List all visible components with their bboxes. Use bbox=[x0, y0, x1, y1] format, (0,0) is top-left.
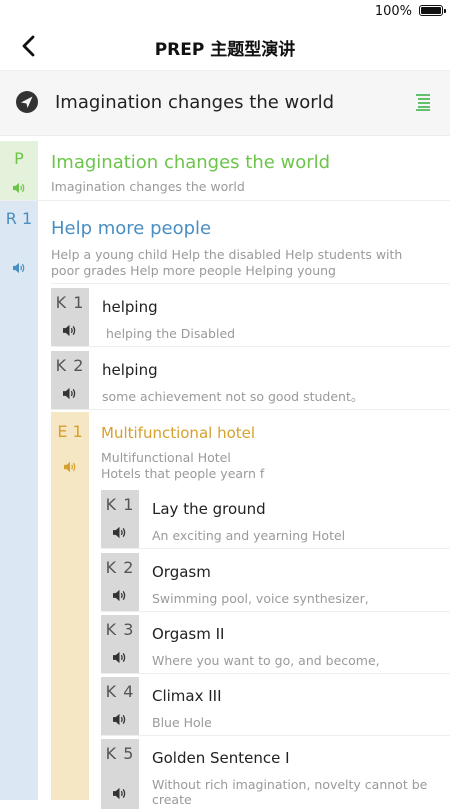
point-tag-label: P bbox=[14, 149, 24, 168]
speaker-icon[interactable] bbox=[12, 182, 26, 194]
speaker-icon[interactable] bbox=[12, 262, 26, 274]
key-tag-label: K 3 bbox=[105, 620, 135, 639]
key-tag-label: K 4 bbox=[105, 682, 135, 701]
speaker-icon[interactable] bbox=[112, 651, 127, 664]
reason-tag: R 1 bbox=[0, 201, 38, 800]
example-key-card-3[interactable]: K 3 Orgasm II Where you want to go, and … bbox=[101, 611, 450, 674]
key-subtitle: Without rich imagination, novelty cannot… bbox=[152, 777, 428, 807]
speaker-icon[interactable] bbox=[112, 589, 127, 602]
reason-title: Help more people bbox=[51, 218, 212, 239]
list-icon[interactable] bbox=[414, 93, 430, 111]
speaker-icon[interactable] bbox=[62, 324, 77, 337]
point-tag: P bbox=[0, 141, 38, 200]
key-subtitle: Swimming pool, voice synthesizer, bbox=[152, 591, 369, 606]
key-title: Golden Sentence I bbox=[152, 749, 290, 767]
key-title: Orgasm bbox=[152, 563, 211, 581]
key-tag: K 5 bbox=[101, 739, 139, 809]
example-key-card-1[interactable]: K 1 Lay the ground An exciting and yearn… bbox=[101, 486, 450, 549]
key-card-2[interactable]: K 2 helping some achievement not so good… bbox=[51, 347, 450, 410]
key-title: helping bbox=[102, 298, 158, 316]
key-card-1[interactable]: K 1 helping helping the Disabled bbox=[51, 284, 450, 347]
status-bar: 100% bbox=[0, 0, 450, 22]
key-tag-label: K 1 bbox=[105, 495, 135, 514]
reason-subtitle: Help a young child Help the disabled Hel… bbox=[51, 247, 403, 278]
key-tag: K 1 bbox=[51, 288, 89, 346]
reason-tag-label: R 1 bbox=[5, 209, 33, 228]
key-tag: K 1 bbox=[101, 490, 139, 548]
point-title: Imagination changes the world bbox=[51, 152, 331, 173]
key-subtitle: Blue Hole bbox=[152, 715, 212, 730]
example-section: E 1 Multifunctional hotel Multifunctiona… bbox=[51, 410, 450, 809]
speaker-icon[interactable] bbox=[112, 526, 127, 539]
key-title: Orgasm II bbox=[152, 625, 225, 643]
key-tag: K 2 bbox=[51, 351, 89, 409]
key-tag: K 2 bbox=[101, 553, 139, 611]
topic-header: Imagination changes the world bbox=[0, 71, 450, 136]
key-subtitle: helping the Disabled bbox=[102, 326, 236, 341]
key-title: Lay the ground bbox=[152, 500, 266, 518]
example-tag: E 1 bbox=[51, 412, 89, 800]
example-key-card-2[interactable]: K 2 Orgasm Swimming pool, voice synthesi… bbox=[101, 549, 450, 612]
topic-title: Imagination changes the world bbox=[55, 92, 335, 113]
key-tag: K 3 bbox=[101, 615, 139, 673]
example-tag-label: E 1 bbox=[57, 422, 83, 441]
key-tag-label: K 1 bbox=[55, 293, 85, 312]
speaker-icon[interactable] bbox=[112, 713, 127, 726]
example-subtitle-line-1: Multifunctional Hotel bbox=[101, 450, 231, 465]
nav-bar: PREP 主题型演讲 bbox=[0, 22, 450, 71]
example-key-card-5[interactable]: K 5 Golden Sentence I Without rich imagi… bbox=[101, 735, 450, 809]
key-tag: K 4 bbox=[101, 677, 139, 735]
point-section[interactable]: P Imagination changes the world Imaginat… bbox=[0, 141, 450, 201]
example-key-card-4[interactable]: K 4 Climax III Blue Hole bbox=[101, 673, 450, 736]
key-tag-label: K 2 bbox=[105, 558, 135, 577]
compass-icon bbox=[16, 91, 38, 113]
example-title: Multifunctional hotel bbox=[101, 424, 256, 442]
speaker-icon[interactable] bbox=[112, 787, 127, 800]
key-subtitle: An exciting and yearning Hotel bbox=[152, 528, 346, 543]
example-subtitle-line-2: Hotels that people yearn f bbox=[101, 466, 265, 481]
key-title: helping bbox=[102, 361, 158, 379]
key-subtitle: some achievement not so good student。 bbox=[102, 389, 364, 404]
key-subtitle: Where you want to go, and become, bbox=[152, 653, 380, 668]
key-title: Climax III bbox=[152, 687, 222, 705]
point-subtitle: Imagination changes the world bbox=[51, 179, 245, 194]
battery-icon bbox=[419, 5, 446, 16]
reason-section: R 1 Help more people Help a young child … bbox=[0, 201, 450, 809]
page-title: PREP 主题型演讲 bbox=[154, 40, 296, 60]
speaker-icon[interactable] bbox=[62, 387, 77, 400]
speaker-icon[interactable] bbox=[63, 461, 77, 473]
battery-percentage: 100% bbox=[374, 4, 412, 19]
key-tag-label: K 5 bbox=[105, 744, 135, 763]
key-tag-label: K 2 bbox=[55, 356, 85, 375]
